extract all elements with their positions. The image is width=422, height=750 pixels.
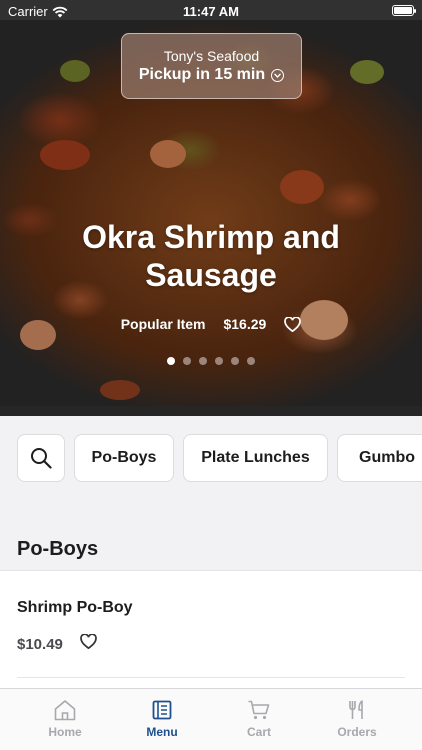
heart-icon[interactable] <box>80 634 97 649</box>
heart-icon[interactable] <box>284 316 302 332</box>
carousel-dot[interactable] <box>199 357 207 365</box>
carousel-dot[interactable] <box>167 357 175 365</box>
tab-orders[interactable]: Orders <box>307 689 407 750</box>
menu-item-price: $10.49 <box>17 636 63 653</box>
featured-item-meta: Popular Item $16.29 <box>0 316 422 332</box>
category-gumbo[interactable]: Gumbo <box>337 434 422 482</box>
cart-icon <box>248 700 270 720</box>
pickup-label: Pickup in 15 min <box>138 66 266 83</box>
chevron-down-icon <box>271 68 285 82</box>
carousel-dot[interactable] <box>183 357 191 365</box>
clock: 11:47 AM <box>183 4 239 19</box>
tab-cart[interactable]: Cart <box>209 689 309 750</box>
tab-label: Orders <box>337 725 377 739</box>
featured-price: $16.29 <box>223 316 267 332</box>
search-button[interactable] <box>17 434 65 482</box>
carousel-dot[interactable] <box>215 357 223 365</box>
battery-icon <box>392 5 416 16</box>
category-bar: Po-Boys Plate Lunches Gumbo <box>0 416 422 500</box>
status-bar: Carrier 11:47 AM <box>0 0 422 22</box>
menu-item-name: Shrimp Po-Boy <box>17 599 133 616</box>
pickup-time: Pickup in 15 min <box>122 66 301 84</box>
tab-label: Cart <box>246 725 271 739</box>
tab-label: Home <box>48 725 82 739</box>
menu-item[interactable]: Shrimp Po-Boy $10.49 <box>0 570 422 690</box>
carousel-dot[interactable] <box>247 357 255 365</box>
category-plate-lunches[interactable]: Plate Lunches <box>183 434 328 482</box>
divider <box>17 677 405 678</box>
search-icon <box>31 448 52 469</box>
menu-section-header: Po-Boys <box>0 500 422 570</box>
tab-home[interactable]: Home <box>15 689 115 750</box>
tab-bar: Home Menu Cart Orders <box>0 688 422 750</box>
fork-knife-icon <box>349 700 363 719</box>
tab-label: Menu <box>146 725 178 739</box>
tab-menu[interactable]: Menu <box>112 689 212 750</box>
home-icon <box>54 700 76 721</box>
store-pickup-selector[interactable]: Tony's Seafood Pickup in 15 min <box>121 33 302 99</box>
popular-badge: Popular Item <box>120 316 206 332</box>
store-name: Tony's Seafood <box>163 48 260 64</box>
featured-item-title: Okra Shrimp and Sausage <box>82 219 340 293</box>
section-title: Po-Boys <box>17 538 99 560</box>
carousel-dot[interactable] <box>231 357 239 365</box>
menu-icon <box>152 700 172 720</box>
category-po-boys[interactable]: Po-Boys <box>74 434 174 482</box>
carousel-page-indicator[interactable] <box>0 357 422 365</box>
